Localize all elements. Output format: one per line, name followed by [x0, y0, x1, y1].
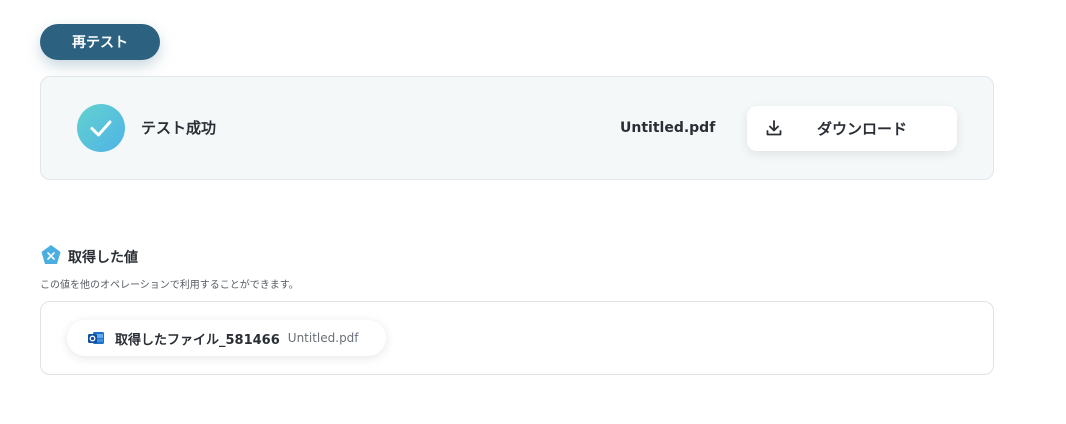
outlook-icon — [87, 329, 105, 347]
variable-badge-icon — [40, 244, 62, 270]
result-file-name: Untitled.pdf — [620, 120, 716, 136]
test-result-card: テスト成功 Untitled.pdf ダウンロード — [40, 76, 994, 180]
acquired-values-title: 取得した値 — [68, 250, 138, 266]
retest-button[interactable]: 再テスト — [40, 24, 160, 60]
acquired-values-description: この値を他のオペレーションで利用することができます。 — [40, 280, 299, 291]
acquired-values-header: 取得した値 — [40, 244, 138, 270]
success-check-icon — [77, 104, 125, 152]
acquired-values-card: 取得したファイル_581466 Untitled.pdf — [40, 301, 994, 375]
acquired-value-label: 取得したファイル_581466 — [115, 332, 280, 348]
download-label: ダウンロード — [817, 120, 908, 138]
acquired-value-value: Untitled.pdf — [287, 331, 359, 345]
download-icon — [765, 119, 783, 141]
download-button[interactable]: ダウンロード — [747, 106, 957, 151]
acquired-value-chip[interactable]: 取得したファイル_581466 Untitled.pdf — [67, 320, 386, 356]
test-status-text: テスト成功 — [141, 119, 217, 137]
